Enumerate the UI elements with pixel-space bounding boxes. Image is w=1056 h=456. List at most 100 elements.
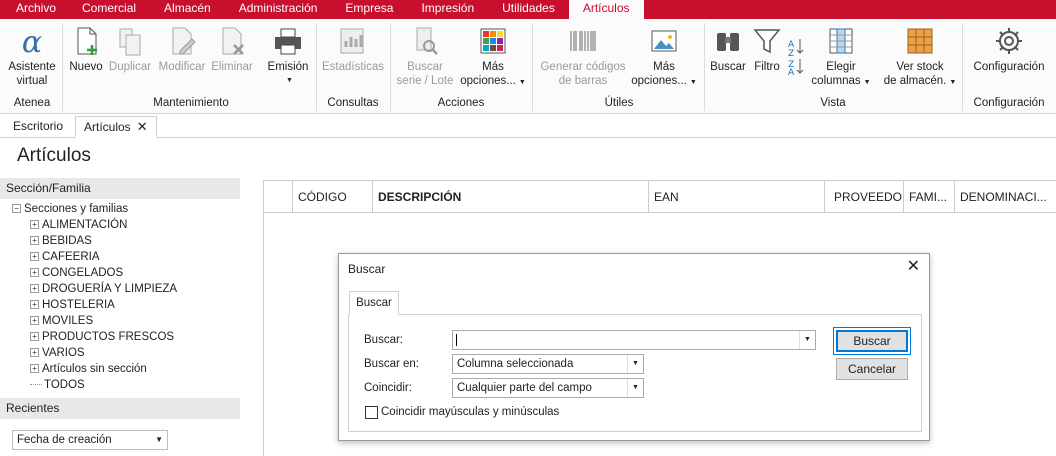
columns-icon xyxy=(829,28,853,54)
estadisticas-button[interactable]: Estadísticas xyxy=(320,25,386,74)
separator xyxy=(962,23,963,111)
menu-archivo[interactable]: Archivo xyxy=(0,0,68,19)
buscar-serie-lote-button[interactable]: Buscar serie / Lote xyxy=(394,25,456,88)
expand-icon[interactable]: + xyxy=(30,236,39,246)
buscar-ribbon-button[interactable]: Buscar xyxy=(708,25,748,74)
filtro-button[interactable]: Filtro xyxy=(750,25,784,74)
collapse-icon[interactable]: − xyxy=(12,204,21,214)
buscar-en-select[interactable]: Columna seleccionada ▼ xyxy=(452,354,644,374)
tree-item-todos[interactable]: TODOS xyxy=(12,377,177,393)
separator xyxy=(704,23,705,111)
tree-item[interactable]: + CAFEERIA xyxy=(12,249,177,265)
menu-utilidades[interactable]: Utilidades xyxy=(488,0,569,19)
expand-icon[interactable]: + xyxy=(30,316,39,326)
menu-empresa[interactable]: Empresa xyxy=(331,0,407,19)
configuracion-button[interactable]: Configuración xyxy=(966,25,1052,74)
tab-articulos[interactable]: Artículos ✕ xyxy=(75,116,157,138)
tree-root[interactable]: − Secciones y familias xyxy=(12,201,177,217)
column-header-familia[interactable]: FAMI... xyxy=(904,181,955,213)
group-mantenimiento: Mantenimiento xyxy=(153,97,229,109)
elegir-columnas-button[interactable]: Elegir columnas ▼ xyxy=(810,25,872,90)
eliminar-button[interactable]: Eliminar xyxy=(210,25,254,74)
barcode-icon xyxy=(570,31,596,51)
menu-administracion[interactable]: Administración xyxy=(225,0,332,19)
cancelar-button[interactable]: Cancelar xyxy=(836,358,908,380)
tree-item[interactable]: + PRODUCTOS FRESCOS xyxy=(12,329,177,345)
column-header-ean[interactable]: EAN xyxy=(649,181,825,213)
tree-line xyxy=(30,384,42,386)
grid-header-indicator xyxy=(264,181,293,213)
page-title: Artículos xyxy=(17,145,91,166)
ribbon: α Asistente virtual Atenea Nuevo Duplica… xyxy=(0,19,1056,114)
duplicar-button[interactable]: Duplicar xyxy=(106,25,154,74)
column-header-descripcion[interactable]: DESCRIPCIÓN xyxy=(373,181,649,213)
coincidir-select[interactable]: Cualquier parte del campo ▼ xyxy=(452,378,644,398)
group-consultas: Consultas xyxy=(327,97,379,109)
column-header-denominacion[interactable]: DENOMINACI... xyxy=(955,181,1056,213)
expand-icon[interactable]: + xyxy=(30,252,39,262)
buscar-button[interactable]: Buscar xyxy=(833,327,911,355)
separator xyxy=(532,23,533,111)
column-header-proveedor[interactable]: PROVEEDOR xyxy=(825,181,904,213)
group-acciones: Acciones xyxy=(437,97,485,109)
tab-escritorio[interactable]: Escritorio xyxy=(5,116,71,138)
expand-icon[interactable]: + xyxy=(30,220,39,230)
alpha-icon: α xyxy=(22,25,42,57)
asistente-virtual-button[interactable]: α Asistente virtual xyxy=(6,25,58,88)
close-icon[interactable]: ✕ xyxy=(907,258,920,276)
expand-icon[interactable]: + xyxy=(30,284,39,294)
sort-az-button[interactable]: AZZA xyxy=(786,35,808,75)
app-window: Archivo Comercial Almacén Administración… xyxy=(0,0,1056,456)
group-atenea: Atenea xyxy=(13,97,51,109)
nuevo-button[interactable]: Nuevo xyxy=(68,25,104,74)
printer-icon xyxy=(275,28,301,55)
warehouse-shelf-icon xyxy=(907,28,933,54)
expand-icon[interactable]: + xyxy=(30,348,39,358)
tree-item[interactable]: + MOVILES xyxy=(12,313,177,329)
recientes-select[interactable]: Fecha de creación ▼ xyxy=(12,430,168,450)
menu-impresion[interactable]: Impresión xyxy=(407,0,488,19)
tree-item[interactable]: + ALIMENTACIÓN xyxy=(12,217,177,233)
tab-buscar[interactable]: Buscar xyxy=(349,291,399,315)
expand-icon[interactable]: + xyxy=(30,300,39,310)
generar-codigos-barras-button[interactable]: Generar códigos de barras xyxy=(538,25,628,88)
document-tabs: Escritorio Artículos ✕ xyxy=(0,114,1056,138)
menu-articulos[interactable]: Artículos xyxy=(568,0,644,19)
ver-stock-almacen-button[interactable]: Ver stock de almacén. ▼ xyxy=(882,25,958,90)
chevron-down-icon: ▼ xyxy=(286,77,293,84)
expand-icon[interactable]: + xyxy=(30,364,39,374)
section-tree: − Secciones y familias + ALIMENTACIÓN + BEB… xyxy=(12,201,177,393)
tree-item[interactable]: + BEBIDAS xyxy=(12,233,177,249)
group-configuracion: Configuración xyxy=(973,97,1045,109)
search-dialog: Buscar ✕ Buscar Buscar: ▼ Buscar en: Col… xyxy=(338,253,930,441)
emision-button[interactable]: Emisión ▼ xyxy=(266,25,310,88)
menu-almacen[interactable]: Almacén xyxy=(150,0,225,19)
delete-icon xyxy=(222,27,244,55)
chevron-down-icon: ▼ xyxy=(627,355,643,373)
dialog-title: Buscar xyxy=(348,262,386,276)
chevron-down-icon: ▼ xyxy=(518,79,526,86)
new-document-icon xyxy=(77,27,97,55)
mas-opciones-utiles-button[interactable]: Más opciones... ▼ xyxy=(630,25,698,90)
menu-comercial[interactable]: Comercial xyxy=(68,0,150,19)
text-caret xyxy=(456,334,457,346)
group-vista: Vista xyxy=(820,97,846,109)
expand-icon[interactable]: + xyxy=(30,268,39,278)
column-header-codigo[interactable]: CÓDIGO xyxy=(293,181,373,213)
search-input[interactable]: ▼ xyxy=(452,330,816,350)
chevron-down-icon: ▼ xyxy=(949,79,957,86)
tree-item[interactable]: + VARIOS xyxy=(12,345,177,361)
tree-item[interactable]: + HOSTELERIA xyxy=(12,297,177,313)
expand-icon[interactable]: + xyxy=(30,332,39,342)
image-icon xyxy=(651,30,677,52)
chevron-down-icon[interactable]: ▼ xyxy=(799,331,815,349)
modificar-button[interactable]: Modificar xyxy=(156,25,208,74)
tree-item[interactable]: + Artículos sin sección xyxy=(12,361,177,377)
match-case-checkbox[interactable] xyxy=(365,406,378,419)
edit-icon xyxy=(172,27,196,55)
separator xyxy=(316,23,317,111)
tree-item[interactable]: + DROGUERÍA Y LIMPIEZA xyxy=(12,281,177,297)
tree-item[interactable]: + CONGELADOS xyxy=(12,265,177,281)
mas-opciones-acciones-button[interactable]: Más opciones... ▼ xyxy=(458,25,528,90)
close-icon[interactable]: ✕ xyxy=(137,119,148,134)
